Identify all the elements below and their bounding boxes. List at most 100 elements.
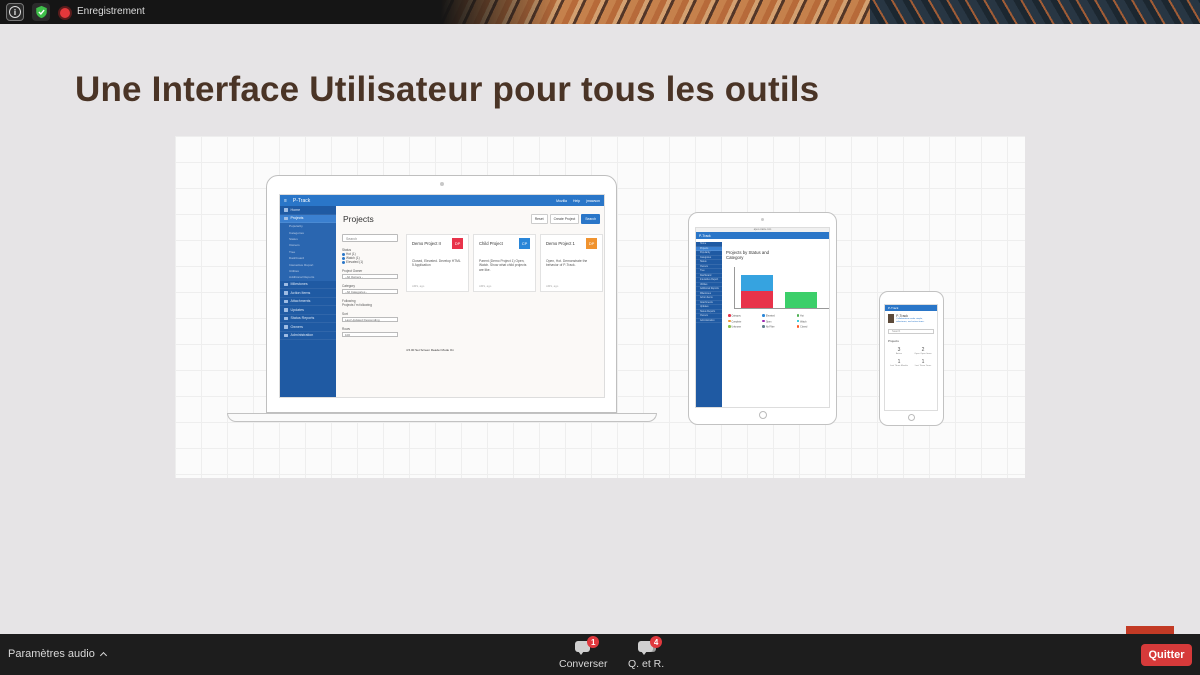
filter-label: Sort [342, 312, 348, 316]
nav-item: Administration [280, 332, 336, 341]
phone-stat: 1 Last Three Years [914, 358, 932, 367]
tablet-nav-item: Administration [696, 319, 722, 323]
chat-label: Converser [559, 658, 608, 670]
tablet-chart-bar [741, 291, 773, 308]
tablet-bar-chart [734, 267, 829, 309]
nav-item: Home [280, 206, 336, 215]
laptop-base [227, 413, 657, 422]
tablet-legend-item: Category [728, 314, 759, 318]
shield-check-icon[interactable] [32, 3, 50, 21]
project-card: Demo Project II DP Closed, Elevated. Dev… [406, 234, 469, 292]
phone-brand-text: P-Track Collaboration made simple, miles… [896, 314, 925, 323]
search-button: Search [581, 214, 600, 224]
bottom-bar: Paramètres audio 1 Converser 4 Q. et R. [0, 634, 1200, 675]
tablet-legend-item: Elevated [762, 314, 793, 318]
phone-mockup: P-Track P-Track Collaboration made simpl… [879, 291, 944, 426]
decorative-pattern [440, 0, 1200, 24]
audio-settings-button[interactable]: Paramètres audio [8, 648, 107, 660]
slide-accent-bar [1126, 626, 1174, 634]
phone-stat: 1 Last Three Months [889, 358, 909, 367]
tablet-legend-item: Closed [797, 325, 828, 329]
app-footer-note: 4.5.00 Set Screen Reader Mode On [406, 348, 454, 352]
tablet-chart-legend: Category Elevated Hot Complete Open Watch Unkn… [728, 314, 828, 329]
chevron-up-icon [99, 651, 107, 660]
tablet-chart-bar [785, 292, 817, 308]
quit-button[interactable]: Quitter [1141, 644, 1192, 666]
app-search-input: Search [342, 234, 398, 242]
laptop-mockup: ≡ P-Track Mozilla Help jmawson Home Proj… [266, 175, 617, 413]
phone-screen: P-Track P-Track Collaboration made simpl… [884, 304, 938, 411]
nav-item: Attachments [280, 298, 336, 307]
app-main: Projects Reset Create Project Search Sea… [336, 206, 604, 397]
app-name: P-Track [292, 197, 311, 204]
qa-button[interactable]: 4 Q. et R. [628, 636, 664, 670]
project-foot: AMS, ago [479, 284, 492, 288]
phone-stat: 2 Open Open Items [914, 346, 932, 355]
nav-item: Owners [280, 323, 336, 332]
project-desc: Open, Hot. Demonstrate the behavior of P… [546, 259, 588, 268]
category-select: - All Categories - [342, 289, 398, 294]
header-link: Mozilla [556, 198, 567, 203]
tablet-legend-item: Open [762, 320, 793, 323]
following-option: Projects I'm following [342, 303, 372, 307]
reset-button: Reset [530, 214, 548, 224]
create-project-button: Create Project [549, 214, 580, 224]
filter-label: Project Owner [342, 269, 363, 273]
nav-item: Action Items [280, 289, 336, 298]
phone-logo [888, 314, 895, 323]
qa-count-badge: 4 [650, 636, 663, 648]
phone-stat: 3 Active [896, 346, 902, 355]
nav-item: Projects [280, 214, 336, 223]
tablet-home-button [759, 411, 767, 419]
phone-home-button [908, 414, 915, 421]
project-desc: Closed, Elevated. Develop HTML 5 Applica… [412, 259, 461, 268]
nav-item: Status Reports [280, 315, 336, 324]
tablet-camera [761, 218, 764, 221]
audio-settings-label: Paramètres audio [8, 648, 95, 660]
laptop-camera [440, 182, 444, 186]
tablet-chart-bar [741, 275, 773, 292]
project-badge: DP [586, 238, 597, 249]
project-badge: CP [519, 238, 530, 249]
tablet-nav-item: Interactive Report [696, 278, 722, 283]
laptop-screen: ≡ P-Track Mozilla Help jmawson Home Proj… [279, 194, 605, 398]
tablet-legend-item: Unknown [728, 325, 759, 329]
status-option: Elevated (1) [342, 260, 400, 264]
phone-stats: 3 Active 2 Open Open Items 1 Last Three Mon… [885, 343, 937, 371]
owner-select: - All Owners - [342, 274, 398, 279]
nav-item: Milestones [280, 281, 336, 290]
tablet-legend-item: Hot [797, 314, 828, 318]
top-bar: i Enregistrement [0, 0, 1200, 24]
info-icon[interactable]: i [6, 3, 24, 21]
rows-select: 100 [342, 332, 398, 337]
chat-button[interactable]: 1 Converser [559, 636, 608, 670]
phone-search-input: Search [888, 328, 934, 334]
tablet-chart-title: Projects by Status and Category [726, 250, 769, 260]
header-link: Help [572, 198, 581, 203]
header-link: jmawson [586, 198, 600, 203]
app-sidebar: Home Projects Popularity Categories Stat… [280, 206, 336, 397]
chat-icon: 1 [572, 636, 600, 656]
project-card: Demo Project 1 DP Open, Hot. Demonstrate… [540, 234, 603, 292]
project-foot: AMS, ago [546, 284, 559, 288]
app-page-title: Projects [343, 214, 374, 224]
project-foot: AMS, ago [412, 284, 425, 288]
tablet-legend-item: No Filter [762, 325, 793, 329]
tablet-sidebar: Home Projects Popularity Categories Status Ow… [696, 242, 722, 407]
project-badge: DP [452, 238, 463, 249]
qa-icon: 4 [635, 636, 663, 656]
chat-count-badge: 1 [587, 636, 600, 648]
filter-label: Category [342, 284, 355, 288]
project-desc: Parent (Demo Project 1) Open, Watch. Sho… [479, 259, 527, 272]
record-icon [60, 8, 70, 18]
project-card: Child Project CP Parent (Demo Project 1)… [473, 234, 536, 292]
app-filters: Search Status Hot (1) Watch (1) Elevated… [342, 234, 400, 394]
app-header: ≡ P-Track Mozilla Help jmawson [280, 195, 604, 206]
tablet-nav-item: Additional Reports [696, 287, 722, 292]
tablet-main: Projects by Status and Category Category… [724, 242, 829, 407]
tablet-mockup: apex.oracle.com P-Track Home Projects Popu… [688, 212, 837, 425]
filter-label: Rows [342, 327, 350, 331]
app-toolbar: Reset Create Project Search [530, 214, 600, 224]
tablet-app-header: P-Track [696, 232, 829, 239]
nav-item: Updates [280, 306, 336, 315]
